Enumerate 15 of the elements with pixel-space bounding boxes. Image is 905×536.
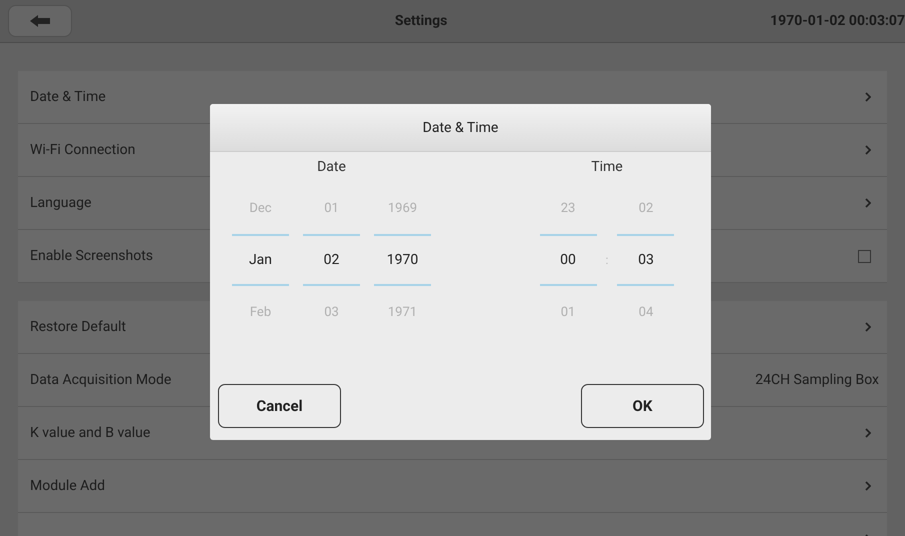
setting-label: Restore Default	[30, 319, 126, 335]
setting-label: Wi-Fi Connection	[30, 142, 136, 158]
setting-label: Data Acquisition Mode	[30, 372, 172, 388]
time-separator: :	[606, 252, 608, 269]
picker-label: Date	[317, 158, 346, 177]
picker-label: Time	[591, 158, 623, 177]
dialog-title: Date & Time	[210, 104, 711, 152]
setting-label: Date & Time	[30, 89, 106, 105]
setting-value: 24CH Sampling Box	[755, 372, 879, 388]
setting-label: K value and B value	[30, 425, 150, 441]
page-title: Settings	[394, 13, 448, 29]
setting-label: Language	[30, 195, 92, 211]
clock-text: 1970-01-02 00:03:07	[770, 13, 905, 29]
setting-label: Enable Screenshots	[30, 248, 154, 264]
setting-label: Module Add	[30, 478, 106, 494]
